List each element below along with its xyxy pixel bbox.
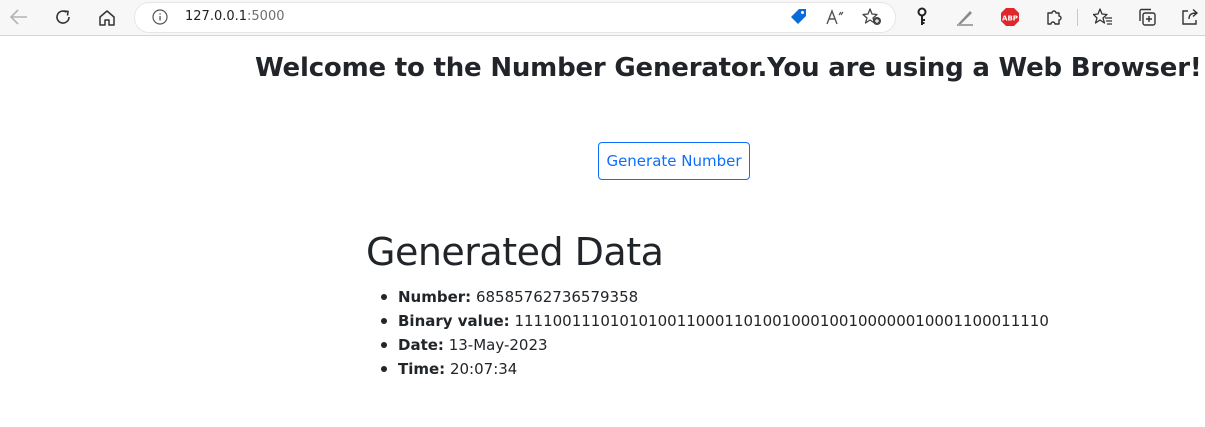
binary-value: 1111001110101010011000110100100010010000… [514, 312, 1049, 330]
info-icon[interactable] [152, 9, 168, 25]
add-favorite-icon[interactable] [858, 4, 886, 30]
time-label: Time: [398, 360, 446, 378]
generate-number-button[interactable]: Generate Number [598, 142, 750, 180]
url-port: :5000 [247, 9, 285, 24]
back-arrow-icon[interactable] [5, 4, 33, 30]
price-tag-icon[interactable] [785, 4, 813, 30]
generated-data-title: Generated Data [366, 230, 664, 274]
date-value: 13-May-2023 [448, 336, 548, 354]
share-icon[interactable] [1176, 4, 1204, 30]
url-host: 127.0.0.1 [185, 9, 248, 24]
extension-pen-icon[interactable] [951, 4, 979, 30]
adblock-icon[interactable]: ABP [996, 4, 1024, 30]
browser-toolbar: 127.0.0.1:5000 ABP [0, 0, 1205, 36]
time-value: 20:07:34 [449, 360, 518, 378]
binary-label: Binary value: [398, 312, 510, 330]
generated-data-list: Number: 68585762736579358 Binary value: … [381, 286, 1049, 382]
list-item-date: Date: 13-May-2023 [381, 334, 1049, 358]
welcome-heading: Welcome to the Number Generator.You are … [255, 53, 1205, 83]
list-item-time: Time: 20:07:34 [381, 358, 1049, 382]
date-label: Date: [398, 336, 444, 354]
favorites-icon[interactable] [1089, 4, 1117, 30]
home-icon[interactable] [93, 4, 121, 30]
puzzle-icon[interactable] [1040, 4, 1068, 30]
list-item-number: Number: 68585762736579358 [381, 286, 1049, 310]
key-icon[interactable] [908, 4, 936, 30]
list-item-binary: Binary value: 11110011101010100110001101… [381, 310, 1049, 334]
toolbar-divider [1077, 9, 1078, 26]
refresh-icon[interactable] [49, 4, 77, 30]
adblock-label: ABP [1002, 15, 1018, 23]
number-label: Number: [398, 288, 472, 306]
collections-icon[interactable] [1133, 4, 1161, 30]
address-bar[interactable]: 127.0.0.1:5000 [134, 2, 896, 33]
number-value: 68585762736579358 [475, 288, 639, 306]
read-aloud-icon[interactable] [822, 4, 850, 30]
url-text[interactable]: 127.0.0.1:5000 [185, 9, 285, 24]
